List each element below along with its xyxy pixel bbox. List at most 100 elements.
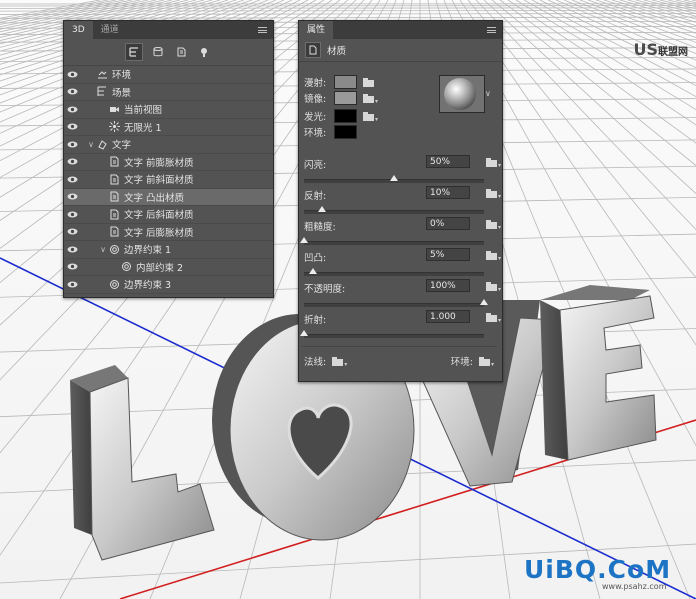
eye-visibility-icon[interactable] [64,158,80,165]
slider-thumb[interactable] [300,330,308,336]
environment-folder-icon[interactable]: ▾ [479,357,494,368]
color-swatch[interactable] [334,125,357,139]
eye-visibility-icon[interactable] [64,71,80,78]
layer-row[interactable]: 场景 [64,84,273,101]
layer-row[interactable]: 无限光 1 [64,119,273,136]
3d-layer-list: 环境 场景 当前视图 无限光 1 ∨ 文字 文字 前膨胀材质 文字 前斜面材质 文字 凸出材质文… [64,66,273,298]
3d-panel: 3D 通道 环境 场景 当前视图 无限光 1 ∨ 文字 文字 前膨胀材质 文字 前斜面材质 文字… [63,20,274,298]
scene-icon [96,86,108,98]
layer-label: 文字 后膨胀材质 [124,227,194,239]
material-color-row: 漫射: [304,75,374,89]
eye-visibility-icon[interactable] [64,263,80,270]
layer-row[interactable]: 边界约束 3 [64,276,273,294]
3d-panel-tabbar: 3D 通道 [64,21,273,39]
texture-folder-icon[interactable]: ▾ [363,94,378,105]
layer-row[interactable]: 文字 后膨胀材质 [64,224,273,241]
texture-folder-icon[interactable]: ▾ [486,313,501,324]
layer-row[interactable]: 文字 前膨胀材质 [64,154,273,171]
eye-visibility-icon[interactable] [64,176,80,183]
slider-label: 闪亮: [304,160,327,171]
expand-caret-icon[interactable]: ∨ [98,245,108,254]
eye-visibility-icon[interactable] [64,211,80,218]
constraint-icon [108,296,120,297]
slider-track[interactable] [304,299,488,307]
layer-row[interactable]: ∨ 文字 [64,136,273,154]
material-icon[interactable] [305,42,321,58]
watermark-url: www.psahz.com [602,582,667,591]
eye-visibility-icon[interactable] [64,246,80,253]
material-icon [108,226,120,238]
slider-value-input[interactable]: 0% [426,217,470,230]
divider [302,346,497,347]
layer-label: 文字 [112,140,132,152]
properties-panel: 属性 材质 漫射: 镜像: ▾ 发光: ▾ 环境: ∨ 闪亮: 50% ▾ 反射: 10% ▾ 粗糙度… [298,20,503,382]
material-icon [108,173,120,185]
texture-folder-icon[interactable]: ▾ [363,112,378,123]
properties-header: 材质 [299,39,502,62]
expand-caret-icon[interactable]: ∨ [86,140,96,149]
tab-3d[interactable]: 3D [64,21,93,39]
color-swatch[interactable] [334,109,357,123]
filter-scene-icon[interactable] [125,43,143,61]
panel-menu-icon[interactable] [487,27,496,33]
slider-track[interactable] [304,268,484,276]
chevron-down-icon[interactable]: ∨ [485,89,491,98]
slider-track[interactable] [304,206,484,214]
slider-thumb[interactable] [318,206,326,212]
slider-thumb[interactable] [480,299,488,305]
texture-folder-icon[interactable]: ▾ [486,282,501,293]
slider-track[interactable] [300,330,484,338]
eye-visibility-icon[interactable] [64,281,80,288]
slider-value-input[interactable]: 1.000 [426,310,470,323]
eye-visibility-icon[interactable] [64,228,80,235]
layer-label: 文字 前斜面材质 [124,175,194,187]
filter-material-icon[interactable] [173,44,189,60]
material-icon [108,208,120,220]
normal-label: 法线: [304,357,327,368]
material-color-label: 发光: [304,112,327,123]
filter-mesh-icon[interactable] [150,44,166,60]
texture-folder-icon[interactable]: ▾ [486,220,501,231]
material-preview[interactable] [439,75,485,113]
color-swatch[interactable] [334,91,357,105]
layer-row[interactable]: ∨ 边界约束 1 [64,241,273,259]
tab-channels[interactable]: 通道 [93,21,127,39]
material-sphere-icon [444,78,476,110]
environment-label: 环境: [450,357,473,368]
layer-label: 场景 [112,87,132,99]
layer-label: 文字 后斜面材质 [124,210,194,222]
eye-visibility-icon[interactable] [64,88,80,95]
layer-row[interactable]: 文字 前斜面材质 [64,171,273,189]
slider-label: 凹凸: [304,253,327,264]
color-swatch[interactable] [334,75,357,89]
layer-label: 文字 凸出材质 [124,192,185,204]
texture-folder-icon[interactable] [363,78,374,87]
layer-label: 内部约束 2 [136,262,184,274]
slider-value-input[interactable]: 5% [426,248,470,261]
slider-thumb[interactable] [300,237,308,243]
slider-thumb[interactable] [309,268,317,274]
slider-track[interactable] [300,237,484,245]
texture-folder-icon[interactable]: ▾ [486,189,501,200]
tab-properties[interactable]: 属性 [299,21,334,39]
texture-folder-icon[interactable]: ▾ [486,158,501,169]
layer-row[interactable]: 内部约束 2 [64,259,273,276]
slider-value-input[interactable]: 50% [426,155,470,168]
slider-thumb[interactable] [390,175,398,181]
eye-visibility-icon[interactable] [64,106,80,113]
eye-visibility-icon[interactable] [64,141,80,148]
slider-track[interactable] [304,175,484,183]
layer-row[interactable]: 边界约束 4 [64,294,273,298]
texture-folder-icon[interactable]: ▾ [486,251,501,262]
slider-value-input[interactable]: 100% [426,279,470,292]
panel-menu-icon[interactable] [258,27,267,33]
filter-light-icon[interactable] [196,44,212,60]
slider-value-input[interactable]: 10% [426,186,470,199]
layer-row[interactable]: 当前视图 [64,101,273,119]
eye-visibility-icon[interactable] [64,193,80,200]
layer-row[interactable]: 环境 [64,66,273,84]
layer-row[interactable]: 文字 后斜面材质 [64,206,273,224]
normal-folder-icon[interactable]: ▾ [332,357,347,368]
layer-row[interactable]: 文字 凸出材质 [64,188,273,206]
eye-visibility-icon[interactable] [64,123,80,130]
